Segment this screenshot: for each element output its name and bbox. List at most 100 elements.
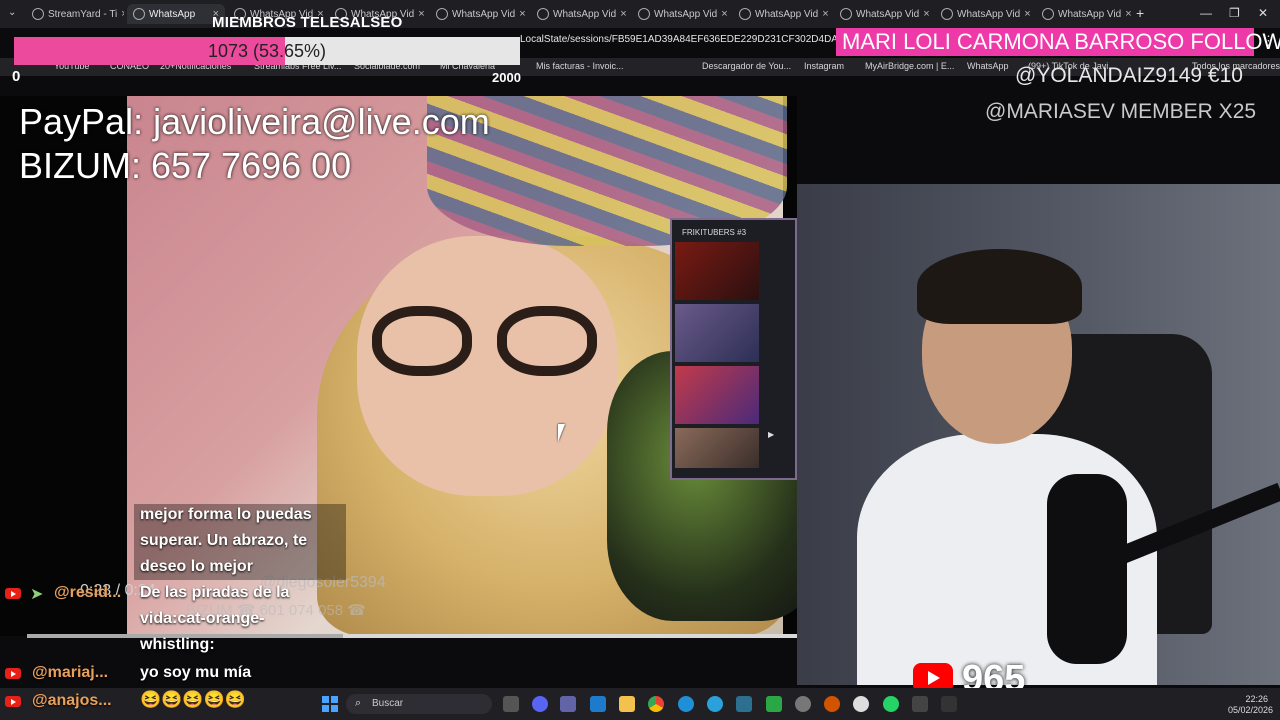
members-goal-bar: 1073 (53.65%) [14, 37, 520, 65]
chat-line: De las piradas de la [140, 584, 290, 601]
chat-username-2: @resid... [54, 584, 122, 601]
tab-favicon-icon [739, 8, 751, 20]
tab-favicon-icon [32, 8, 44, 20]
chat-line: superar. Un abrazo, te [140, 532, 308, 549]
chat-message-3: yo soy mu mía [140, 664, 252, 681]
bookmark-facturas[interactable]: Mis facturas - Invoic... [536, 61, 624, 71]
guest-glasses [362, 306, 612, 376]
tab-list-icon[interactable]: ⌄ [8, 7, 16, 18]
tab-close-icon[interactable]: × [519, 8, 525, 20]
members-goal-text: 1073 (53.65%) [207, 41, 327, 61]
chat-line: mejor forma lo puedas [140, 506, 312, 523]
host-hair [917, 249, 1082, 324]
search-icon: ⌕ [355, 697, 362, 709]
mouse-cursor [558, 424, 565, 442]
tab-label: WhatsApp Vid [755, 8, 819, 20]
whatsapp-icon[interactable] [883, 696, 899, 712]
minimize-icon[interactable]: — [1200, 6, 1212, 20]
tab-close-icon[interactable]: × [721, 8, 727, 20]
browser-tab[interactable]: WhatsApp × [127, 4, 225, 24]
tab-label: WhatsApp Vid [553, 8, 617, 20]
address-bar-text[interactable]: LocalState/sessions/FB59E1AD39A84EF636ED… [520, 34, 883, 45]
tab-close-icon[interactable]: × [121, 8, 124, 20]
browser-tab[interactable]: WhatsApp Vid × [632, 4, 730, 24]
tab-label: WhatsApp Vid [957, 8, 1021, 20]
youtube-chat-icon [5, 588, 21, 599]
chat-message-2: De las piradas de la vida:cat-orange- wh… [140, 580, 289, 658]
file-explorer-icon[interactable] [619, 696, 635, 712]
tab-close-icon[interactable]: × [620, 8, 626, 20]
chat-line: deseo lo mejor [140, 558, 253, 575]
camtasia-icon[interactable] [766, 696, 782, 712]
tab-favicon-icon [436, 8, 448, 20]
browser-tab[interactable]: StreamYard - Ti× [26, 4, 124, 24]
taskbar-search[interactable]: Buscar [346, 694, 492, 714]
tab-close-icon[interactable]: × [923, 8, 929, 20]
follow-banner: MARI LOLI CARMONA BARROSO FOLLOW [836, 28, 1280, 56]
taskbar-date: 05/02/2026 [1228, 705, 1274, 715]
tab-favicon-icon [941, 8, 953, 20]
chat-line: vida:cat-orange- [140, 610, 265, 627]
goal-min-label: 0 [12, 68, 21, 85]
last-member: @MARIASEV MEMBER X25 [985, 100, 1257, 123]
chat-username-3: @mariaj... [32, 664, 109, 681]
windows-start-icon[interactable] [322, 696, 338, 712]
mini-participant-1 [675, 242, 759, 300]
edge-icon[interactable] [678, 696, 694, 712]
bizum-line: BIZUM: 657 7696 00 [19, 145, 352, 186]
tab-close-icon[interactable]: × [1024, 8, 1030, 20]
mini-play-icon[interactable]: ▶ [768, 430, 774, 439]
mini-participant-2 [675, 304, 759, 362]
payment-info: PayPal: javioliveira@live.com BIZUM: 657… [19, 100, 490, 188]
goal-max-label: 2000 [492, 70, 521, 85]
tab-close-icon[interactable]: × [418, 8, 424, 20]
close-window-icon[interactable]: ✕ [1258, 6, 1268, 20]
tab-label: WhatsApp Vid [452, 8, 516, 20]
tab-label: WhatsApp Vid [856, 8, 920, 20]
mini-panel-title: FRIKITUBERS #3 [682, 228, 747, 237]
members-goal-title: MIEMBROS TELESALSEO [212, 14, 403, 31]
browser-tab[interactable]: WhatsApp Vid × [733, 4, 831, 24]
browser-tab[interactable]: WhatsApp Vid × [834, 4, 932, 24]
host-microphone [1047, 474, 1127, 664]
chat-message-1: mejor forma lo puedas superar. Un abrazo… [140, 502, 312, 580]
tab-favicon-icon [133, 8, 145, 20]
task-view-icon[interactable] [503, 696, 519, 712]
tab-favicon-icon [840, 8, 852, 20]
mini-video-panel: FRIKITUBERS #3 ▶ [670, 218, 797, 480]
tab-label: WhatsApp Vid [654, 8, 718, 20]
bookmark-whatsapp[interactable]: WhatsApp [967, 61, 1009, 71]
discord-icon[interactable] [532, 696, 548, 712]
last-donation: @YOLANDAIZ9149 €10 [1015, 64, 1243, 87]
settings-icon[interactable] [795, 696, 811, 712]
obs-icon[interactable] [853, 696, 869, 712]
maximize-icon[interactable]: ❐ [1229, 6, 1240, 20]
taskbar-time: 22:26 [1245, 694, 1268, 704]
app-screen-icon[interactable] [941, 696, 957, 712]
tab-favicon-icon [537, 8, 549, 20]
tab-close-icon[interactable]: × [822, 8, 828, 20]
tab-label: StreamYard - Ti [48, 8, 118, 20]
new-tab-button[interactable]: + [1136, 5, 1144, 21]
bookmark-descargador[interactable]: Descargador de You... [702, 61, 791, 71]
bookmark-instagram[interactable]: Instagram [804, 61, 844, 71]
chrome-icon[interactable] [648, 696, 664, 712]
tab-label: WhatsApp [149, 8, 196, 20]
browser-tab[interactable]: WhatsApp Vid × [531, 4, 629, 24]
chat-message-4: 😆😆😆😆😆 [140, 690, 246, 709]
bookmark-myairbridge[interactable]: MyAirBridge.com | E... [865, 61, 954, 71]
outlook-icon[interactable] [590, 696, 606, 712]
youtube-chat-icon [5, 668, 21, 679]
taskbar-clock[interactable]: 22:26 05/02/2026 [1228, 694, 1274, 716]
browser-tab[interactable]: WhatsApp Vid × [1036, 4, 1134, 24]
telegram-icon[interactable] [707, 696, 723, 712]
browser-tab[interactable]: WhatsApp Vid × [935, 4, 1033, 24]
browser-tab[interactable]: WhatsApp Vid × [430, 4, 528, 24]
teams-icon[interactable] [560, 696, 576, 712]
app-orange-icon[interactable] [824, 696, 840, 712]
tab-close-icon[interactable]: × [1125, 8, 1131, 20]
mini-participant-3 [675, 366, 759, 424]
chat-username-4: @anajos... [32, 692, 112, 709]
app-icon[interactable] [736, 696, 752, 712]
app-window-icon[interactable] [912, 696, 928, 712]
